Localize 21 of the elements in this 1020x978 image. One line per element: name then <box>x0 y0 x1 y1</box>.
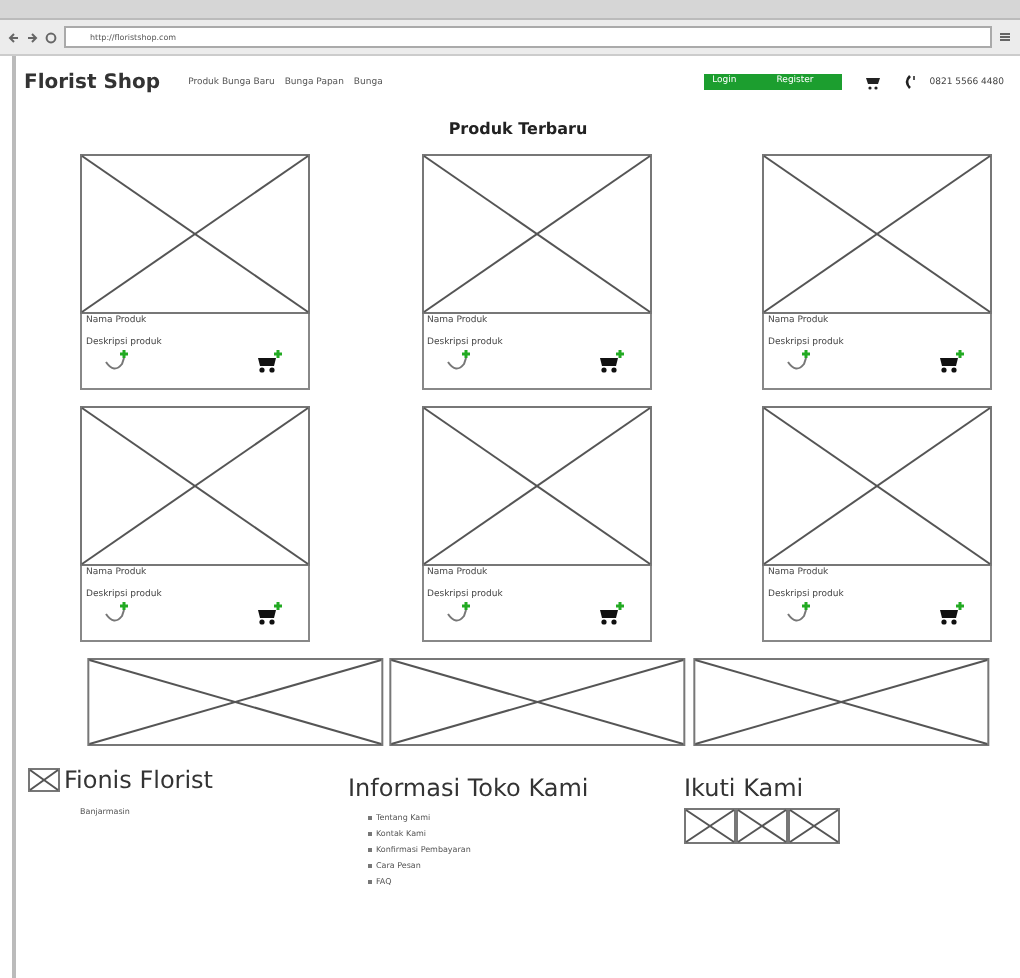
back-icon[interactable] <box>8 31 20 43</box>
cart-add-icon[interactable] <box>938 350 966 374</box>
site-logo[interactable]: Florist Shop <box>24 71 161 93</box>
social-icon <box>684 808 736 844</box>
cart-add-icon[interactable] <box>256 602 284 626</box>
phone-icon <box>901 74 918 90</box>
footer-heading: Ikuti Kami <box>684 774 804 802</box>
social-icon <box>736 808 788 844</box>
section-title: Produk Terbaru <box>446 120 590 138</box>
forward-icon[interactable] <box>26 31 38 43</box>
cart-add-icon[interactable] <box>597 350 625 374</box>
footer-heading: Informasi Toko Kami <box>348 774 589 802</box>
cart-add-icon[interactable] <box>938 602 966 626</box>
social-icon <box>788 808 840 844</box>
menu-icon[interactable] <box>998 30 1012 44</box>
cart-add-icon[interactable] <box>597 602 625 626</box>
footer-brand: Fionis Florist <box>64 766 214 794</box>
cart-add-icon[interactable] <box>256 350 284 374</box>
logo-placeholder <box>28 768 60 792</box>
cart-icon[interactable] <box>865 75 882 89</box>
reload-icon[interactable] <box>44 31 58 43</box>
